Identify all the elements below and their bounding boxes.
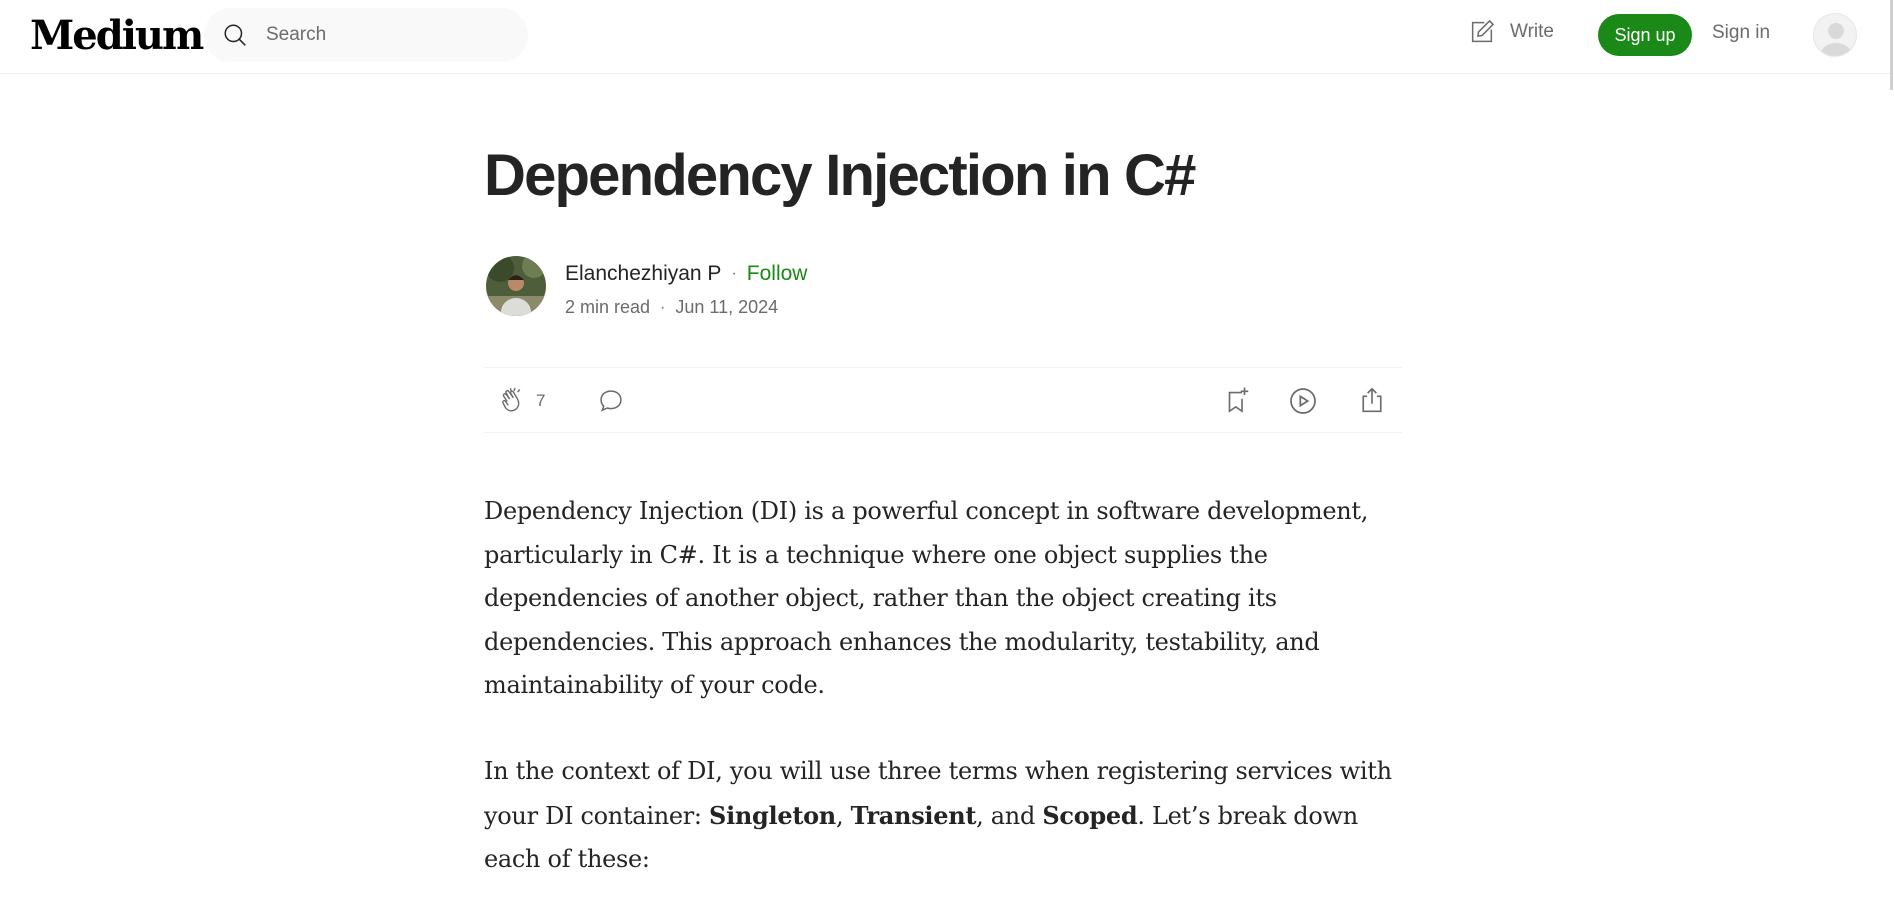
author-avatar[interactable] bbox=[486, 256, 546, 316]
write-button[interactable]: Write bbox=[1468, 18, 1554, 46]
separator-dot: · bbox=[731, 265, 737, 282]
term-scoped: Scoped bbox=[1042, 800, 1138, 830]
separator-dot: · bbox=[660, 298, 666, 316]
clap-count: 7 bbox=[536, 391, 546, 410]
paragraph-text: , and bbox=[976, 801, 1043, 830]
article-title: Dependency Injection in C# bbox=[484, 143, 1196, 208]
follow-button[interactable]: Follow bbox=[747, 262, 808, 286]
play-icon[interactable] bbox=[1287, 385, 1319, 417]
sign-up-button[interactable]: Sign up bbox=[1598, 14, 1692, 56]
author-name[interactable]: Elanchezhiyan P bbox=[565, 262, 721, 286]
write-label: Write bbox=[1510, 21, 1554, 42]
share-icon[interactable] bbox=[1357, 384, 1387, 416]
author-line: Elanchezhiyan P · Follow bbox=[565, 262, 807, 286]
read-time: 2 min read bbox=[565, 297, 651, 317]
user-avatar-icon[interactable] bbox=[1813, 13, 1857, 57]
article-action-bar: 7 bbox=[484, 367, 1402, 433]
term-transient: Transient bbox=[850, 800, 977, 830]
publish-date: Jun 11, 2024 bbox=[675, 297, 779, 317]
comment-icon[interactable] bbox=[597, 387, 625, 415]
search-icon bbox=[224, 24, 246, 46]
paragraph-text: , bbox=[835, 801, 851, 830]
clap-button[interactable]: 7 bbox=[498, 386, 545, 416]
clap-icon bbox=[502, 387, 521, 412]
medium-logo[interactable]: Medium bbox=[30, 12, 204, 59]
term-singleton: Singleton bbox=[709, 800, 836, 830]
bookmark-icon[interactable] bbox=[1222, 385, 1252, 415]
article-paragraph: In the context of DI, you will use three… bbox=[484, 750, 1414, 882]
top-navigation-bar: Medium Write Sign up Sign in bbox=[0, 0, 1894, 74]
search-box[interactable] bbox=[204, 8, 528, 62]
scrollbar-thumb[interactable] bbox=[1890, 0, 1893, 90]
article-paragraph: Dependency Injection (DI) is a powerful … bbox=[484, 497, 1369, 699]
sign-in-link[interactable]: Sign in bbox=[1712, 22, 1770, 44]
search-input[interactable] bbox=[266, 8, 516, 62]
write-icon bbox=[1471, 19, 1495, 43]
article-meta: 2 min read · Jun 11, 2024 bbox=[565, 297, 778, 318]
